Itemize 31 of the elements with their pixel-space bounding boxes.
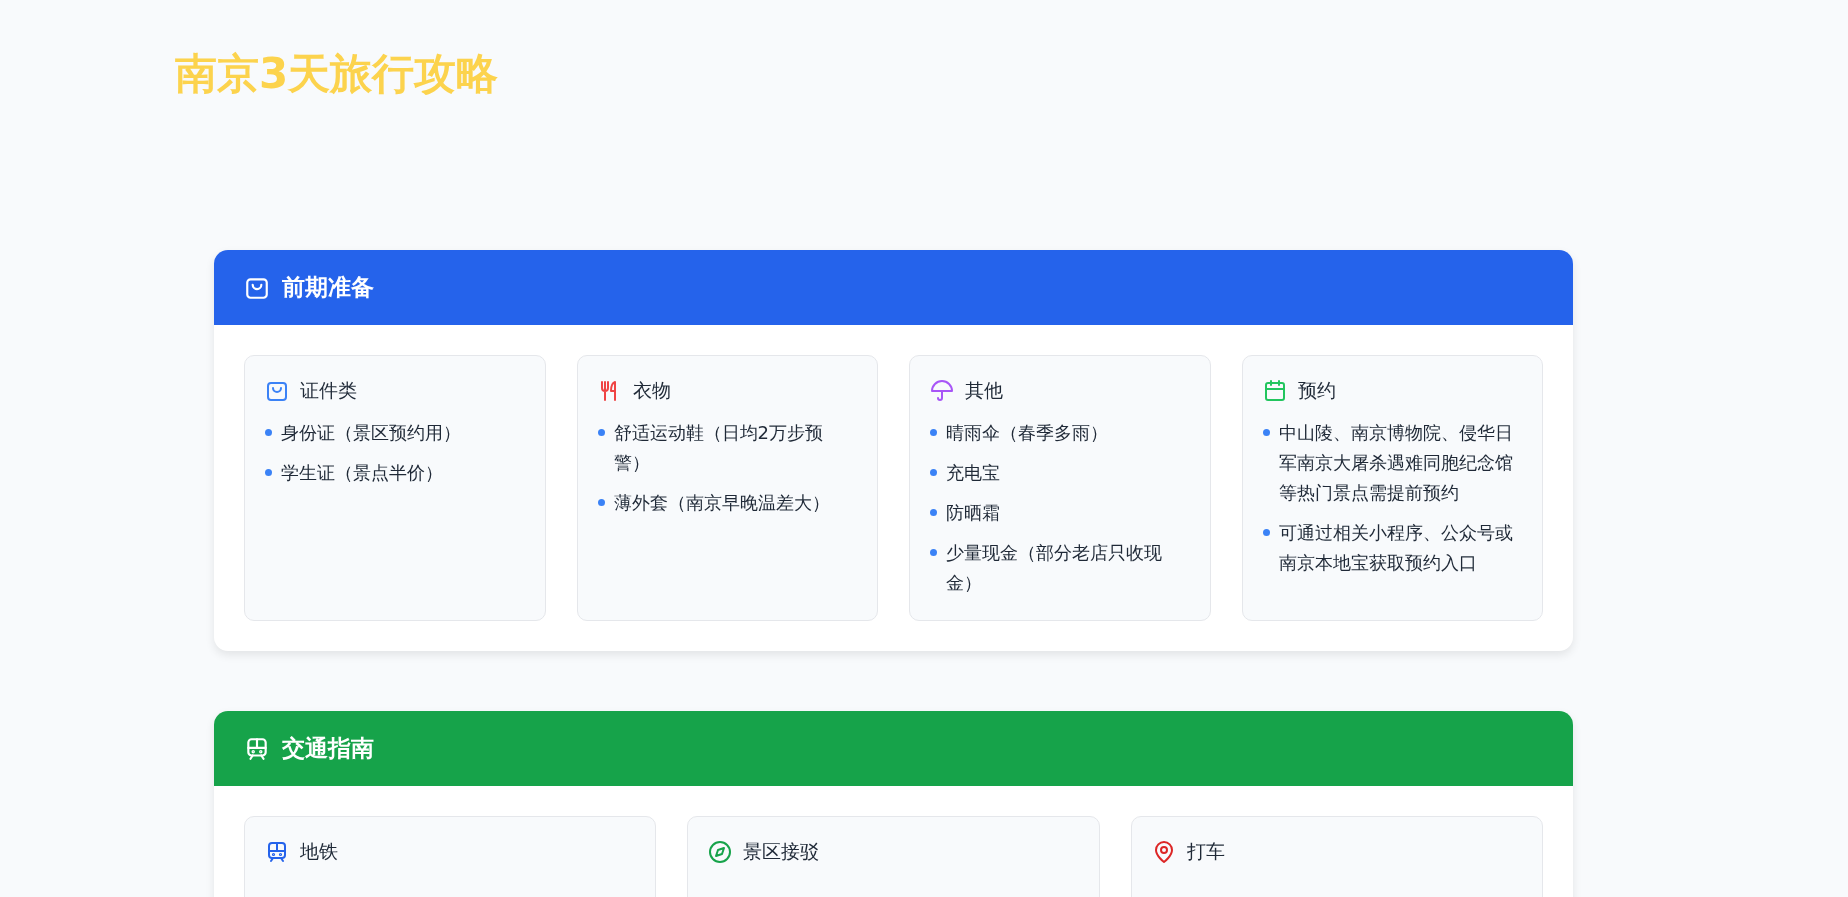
list-item-text: 身份证（景区预约用） (281, 421, 461, 445)
card-title: 预约 (1297, 378, 1336, 403)
train-icon (244, 735, 270, 762)
list-item-text: 学生证（景点半价） (281, 461, 443, 485)
list-item-text: 中山陵、南京博物院、侵华日军南京大屠杀遇难同胞纪念馆等热门景点需提前预约 (1278, 421, 1514, 505)
list-item-text: 充电宝 (946, 461, 1000, 485)
page-title: 南京3天旅行攻略 (175, 48, 499, 100)
list-item-text: 薄外套（南京早晚温差大） (613, 491, 830, 515)
bullet-dot (930, 469, 937, 476)
list-item-text: 晴雨伞（春季多雨） (946, 421, 1108, 445)
card-title: 其他 (965, 378, 1003, 403)
bullet-dot (265, 429, 272, 436)
list-item-text: 防晒霜 (946, 501, 1000, 525)
bullet-dot (597, 429, 605, 436)
bullet-dot (930, 509, 937, 516)
bullet-dot (597, 499, 605, 506)
list-item-text: 可通过相关小程序、公众号或南京本地宝获取预约入口 (1278, 521, 1514, 575)
bullet-dot (265, 469, 272, 476)
list-item-text: 舒适运动鞋（日均2万步预警） (613, 421, 824, 475)
card-title: 打车 (1186, 839, 1225, 864)
card-title: 衣物 (632, 378, 671, 403)
card-title: 地铁 (300, 839, 338, 864)
list-item-text: 少量现金（部分老店只收现金） (946, 541, 1163, 595)
section-title: 前期准备 (282, 273, 374, 302)
section-title: 交通指南 (282, 734, 374, 763)
card-title: 景区接驳 (743, 839, 820, 864)
bullet-dot (1262, 529, 1270, 536)
bullet-dot (930, 549, 937, 556)
card-title: 证件类 (300, 378, 357, 403)
bullet-dot (1262, 429, 1270, 436)
bullet-dot (930, 429, 937, 436)
